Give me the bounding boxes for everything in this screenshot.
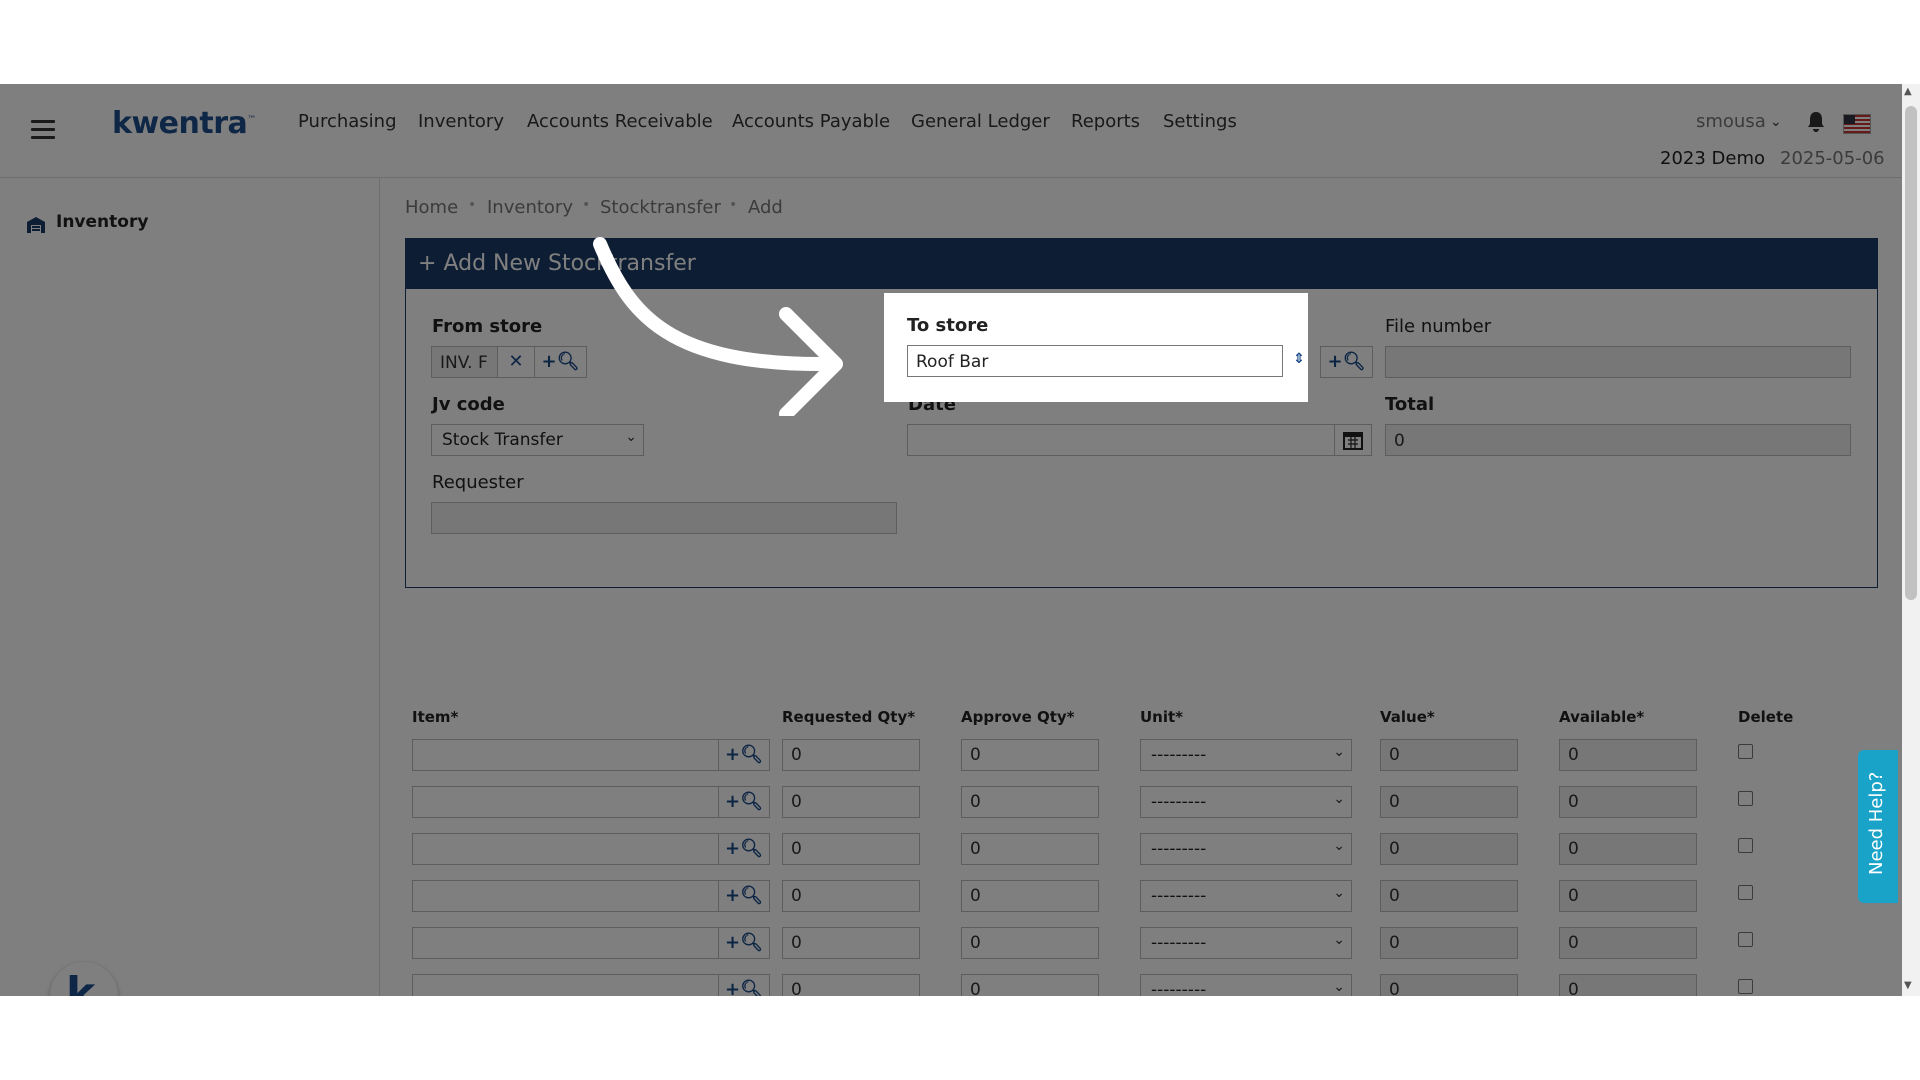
pointer-arrow-icon [593, 237, 843, 416]
scroll-up-icon[interactable]: ▲ [1904, 86, 1912, 97]
scrollbar-thumb[interactable] [1905, 106, 1917, 600]
need-help-label: Need Help? [1866, 771, 1887, 875]
to-store-input[interactable]: Roof Bar [907, 345, 1283, 377]
spin-arrows-icon[interactable]: ⇕ [1293, 351, 1305, 367]
to-store-label: To store [907, 315, 989, 336]
dim-overlay [0, 84, 1920, 996]
highlighted-to-store-field: To store Roof Bar ⇕ [884, 293, 1308, 402]
scroll-down-icon[interactable]: ▼ [1904, 980, 1912, 991]
need-help-button[interactable]: Need Help? [1858, 750, 1898, 903]
